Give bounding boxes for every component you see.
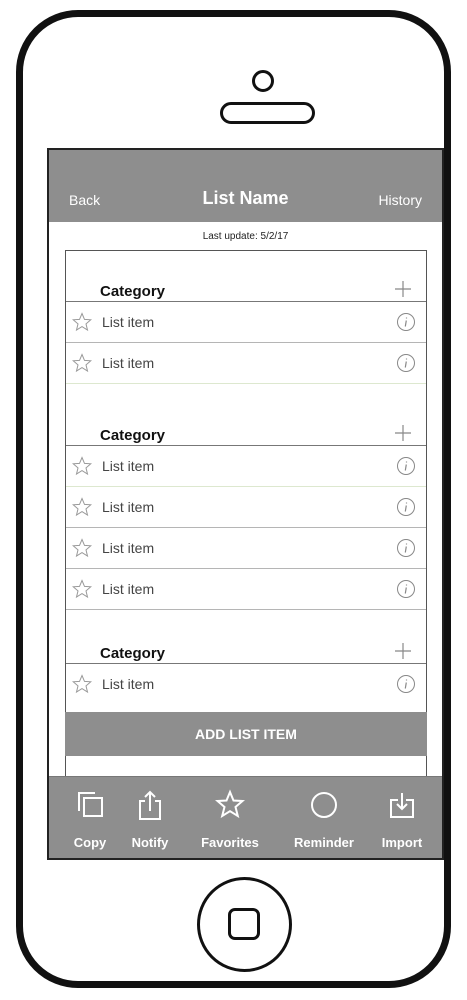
category-header: Category xyxy=(66,277,426,302)
star-icon[interactable] xyxy=(72,312,92,332)
tab-label: Copy xyxy=(73,835,107,850)
list-item[interactable]: List item xyxy=(66,487,426,528)
info-icon[interactable] xyxy=(396,674,416,694)
tab-import[interactable]: Import xyxy=(371,777,433,858)
info-icon[interactable] xyxy=(396,579,416,599)
list-item[interactable]: List item xyxy=(66,302,426,343)
star-icon[interactable] xyxy=(72,538,92,558)
star-icon[interactable] xyxy=(72,353,92,373)
tab-reminder[interactable]: Reminder xyxy=(281,777,367,858)
list-item-label: List item xyxy=(102,314,155,330)
home-square-icon xyxy=(228,908,260,940)
add-list-item-button[interactable]: ADD LIST ITEM xyxy=(65,712,427,756)
import-icon xyxy=(390,793,414,818)
category-label: Category xyxy=(100,427,166,444)
plus-icon[interactable] xyxy=(394,280,412,298)
plus-icon[interactable] xyxy=(394,642,412,660)
copy-icon xyxy=(78,792,103,817)
nav-bar: Back List Name History xyxy=(49,150,442,222)
category-label: Category xyxy=(100,645,166,662)
tab-label: Import xyxy=(381,835,423,850)
list-item[interactable]: List item xyxy=(66,343,426,384)
star-icon[interactable] xyxy=(72,579,92,599)
plus-icon[interactable] xyxy=(394,424,412,442)
share-icon xyxy=(139,790,161,820)
circle-icon xyxy=(311,792,337,818)
tab-label: Notify xyxy=(131,835,169,850)
history-button[interactable]: History xyxy=(378,192,422,208)
star-icon xyxy=(215,789,245,819)
tab-favorites[interactable]: Favorites xyxy=(189,777,271,858)
star-icon[interactable] xyxy=(72,674,92,694)
category-header: Category xyxy=(66,421,426,446)
category-header: Category xyxy=(66,639,426,664)
home-button[interactable] xyxy=(197,877,292,972)
tab-copy[interactable]: Copy xyxy=(61,777,119,858)
list-item[interactable]: List item xyxy=(66,664,426,704)
info-icon[interactable] xyxy=(396,312,416,332)
list-item-label: List item xyxy=(102,581,155,597)
tab-bar: Copy Notify Favorites Reminder Import xyxy=(49,776,442,858)
star-icon[interactable] xyxy=(72,456,92,476)
tab-notify[interactable]: Notify xyxy=(121,777,179,858)
last-update-text: Last update: 5/2/17 xyxy=(202,231,289,242)
list-item-label: List item xyxy=(102,458,155,474)
list-item[interactable]: List item xyxy=(66,446,426,487)
tab-label: Favorites xyxy=(201,835,259,850)
info-icon[interactable] xyxy=(396,538,416,558)
list-item[interactable]: List item xyxy=(66,569,426,610)
list-item[interactable]: List item xyxy=(66,528,426,569)
screen: Back List Name History Last update: 5/2/… xyxy=(47,148,444,860)
star-icon[interactable] xyxy=(72,497,92,517)
list-item-label: List item xyxy=(102,676,155,692)
camera xyxy=(252,70,274,92)
info-icon[interactable] xyxy=(396,497,416,517)
info-icon[interactable] xyxy=(396,353,416,373)
category-label: Category xyxy=(100,283,166,300)
speaker xyxy=(220,102,315,124)
info-icon[interactable] xyxy=(396,456,416,476)
tab-label: Reminder xyxy=(294,835,354,850)
list-item-label: List item xyxy=(102,540,155,556)
list-item-label: List item xyxy=(102,499,155,515)
list-item-label: List item xyxy=(102,355,155,371)
